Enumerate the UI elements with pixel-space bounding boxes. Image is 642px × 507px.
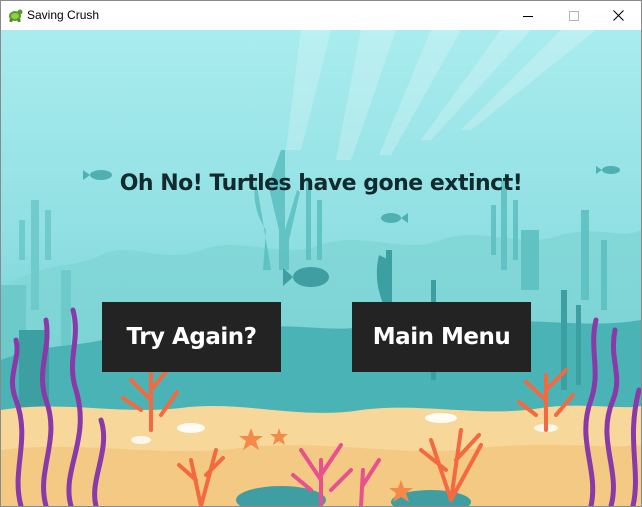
main-menu-button[interactable]: Main Menu [352, 302, 531, 372]
minimize-icon [523, 15, 533, 17]
window-title: Saving Crush [27, 8, 100, 22]
maximize-button[interactable] [551, 1, 597, 30]
maximize-icon [569, 10, 579, 21]
game-window: Saving Crush Oh No! Turtles have gone ex… [0, 0, 642, 507]
app-icon [9, 9, 23, 23]
title-bar[interactable]: Saving Crush [1, 1, 641, 30]
close-button[interactable] [595, 1, 641, 30]
game-canvas: Oh No! Turtles have gone extinct! Try Ag… [1, 30, 641, 506]
try-again-button[interactable]: Try Again? [102, 302, 281, 372]
close-icon [612, 10, 624, 21]
game-over-message: Oh No! Turtles have gone extinct! [119, 171, 523, 196]
underwater-background [1, 30, 641, 506]
minimize-button[interactable] [505, 1, 551, 30]
